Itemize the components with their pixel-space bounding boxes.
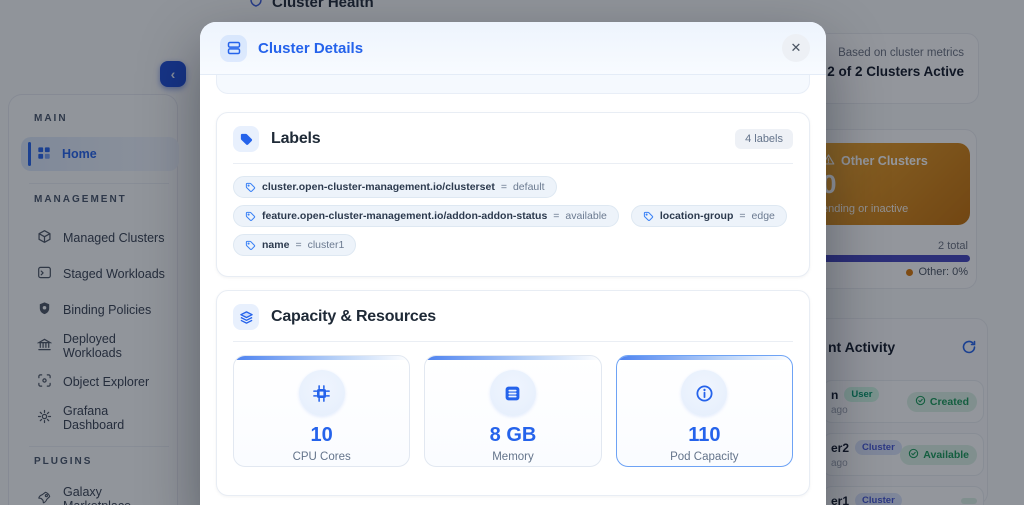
tag-icon (233, 126, 259, 152)
label-value: available (565, 210, 606, 222)
layers-icon (233, 304, 259, 330)
memory-icon (490, 370, 536, 416)
divider (233, 341, 793, 342)
cpu-icon (299, 370, 345, 416)
label-chip: location-group = edge (631, 205, 787, 227)
label-value: default (513, 181, 545, 193)
scrolled-card-remnant (216, 75, 810, 94)
label-value: cluster1 (308, 239, 345, 251)
modal-body: Labels 4 labels cluster.open-cluster-man… (200, 75, 826, 505)
labels-section: Labels 4 labels cluster.open-cluster-man… (216, 112, 810, 277)
label-value: edge (752, 210, 775, 222)
labels-count-badge: 4 labels (735, 129, 793, 149)
label-chip: name = cluster1 (233, 234, 356, 256)
modal-header: Cluster Details ✕ (200, 22, 826, 75)
label-key: name (262, 239, 289, 251)
divider (233, 163, 793, 164)
cluster-details-modal: Cluster Details ✕ Labels 4 labels (200, 22, 826, 505)
stat-label: CPU Cores (293, 451, 351, 463)
label-key: cluster.open-cluster-management.io/clust… (262, 181, 495, 193)
stat-card-pod-capacity[interactable]: 110 Pod Capacity (616, 355, 793, 467)
stat-card-cpu[interactable]: 10 CPU Cores (233, 355, 410, 467)
modal-title: Cluster Details (258, 40, 363, 57)
capacity-title: Capacity & Resources (271, 308, 436, 326)
stat-label: Pod Capacity (670, 451, 738, 463)
stat-value: 110 (688, 424, 720, 447)
stat-value: 10 (311, 424, 333, 447)
stat-card-memory[interactable]: 8 GB Memory (424, 355, 601, 467)
server-icon (220, 35, 247, 62)
close-icon[interactable]: ✕ (782, 34, 810, 62)
stat-value: 8 GB (490, 424, 537, 447)
labels-title: Labels (271, 130, 321, 148)
info-icon (681, 370, 727, 416)
stat-label: Memory (492, 451, 534, 463)
label-chip: feature.open-cluster-management.io/addon… (233, 205, 619, 227)
label-key: location-group (660, 210, 734, 222)
label-chip: cluster.open-cluster-management.io/clust… (233, 176, 557, 198)
capacity-resources-section: Capacity & Resources 10 CPU Cores (216, 290, 810, 496)
label-key: feature.open-cluster-management.io/addon… (262, 210, 547, 222)
screen: Cluster Health ‹ MAIN Home MANAGEMENT Ma… (0, 0, 1024, 505)
